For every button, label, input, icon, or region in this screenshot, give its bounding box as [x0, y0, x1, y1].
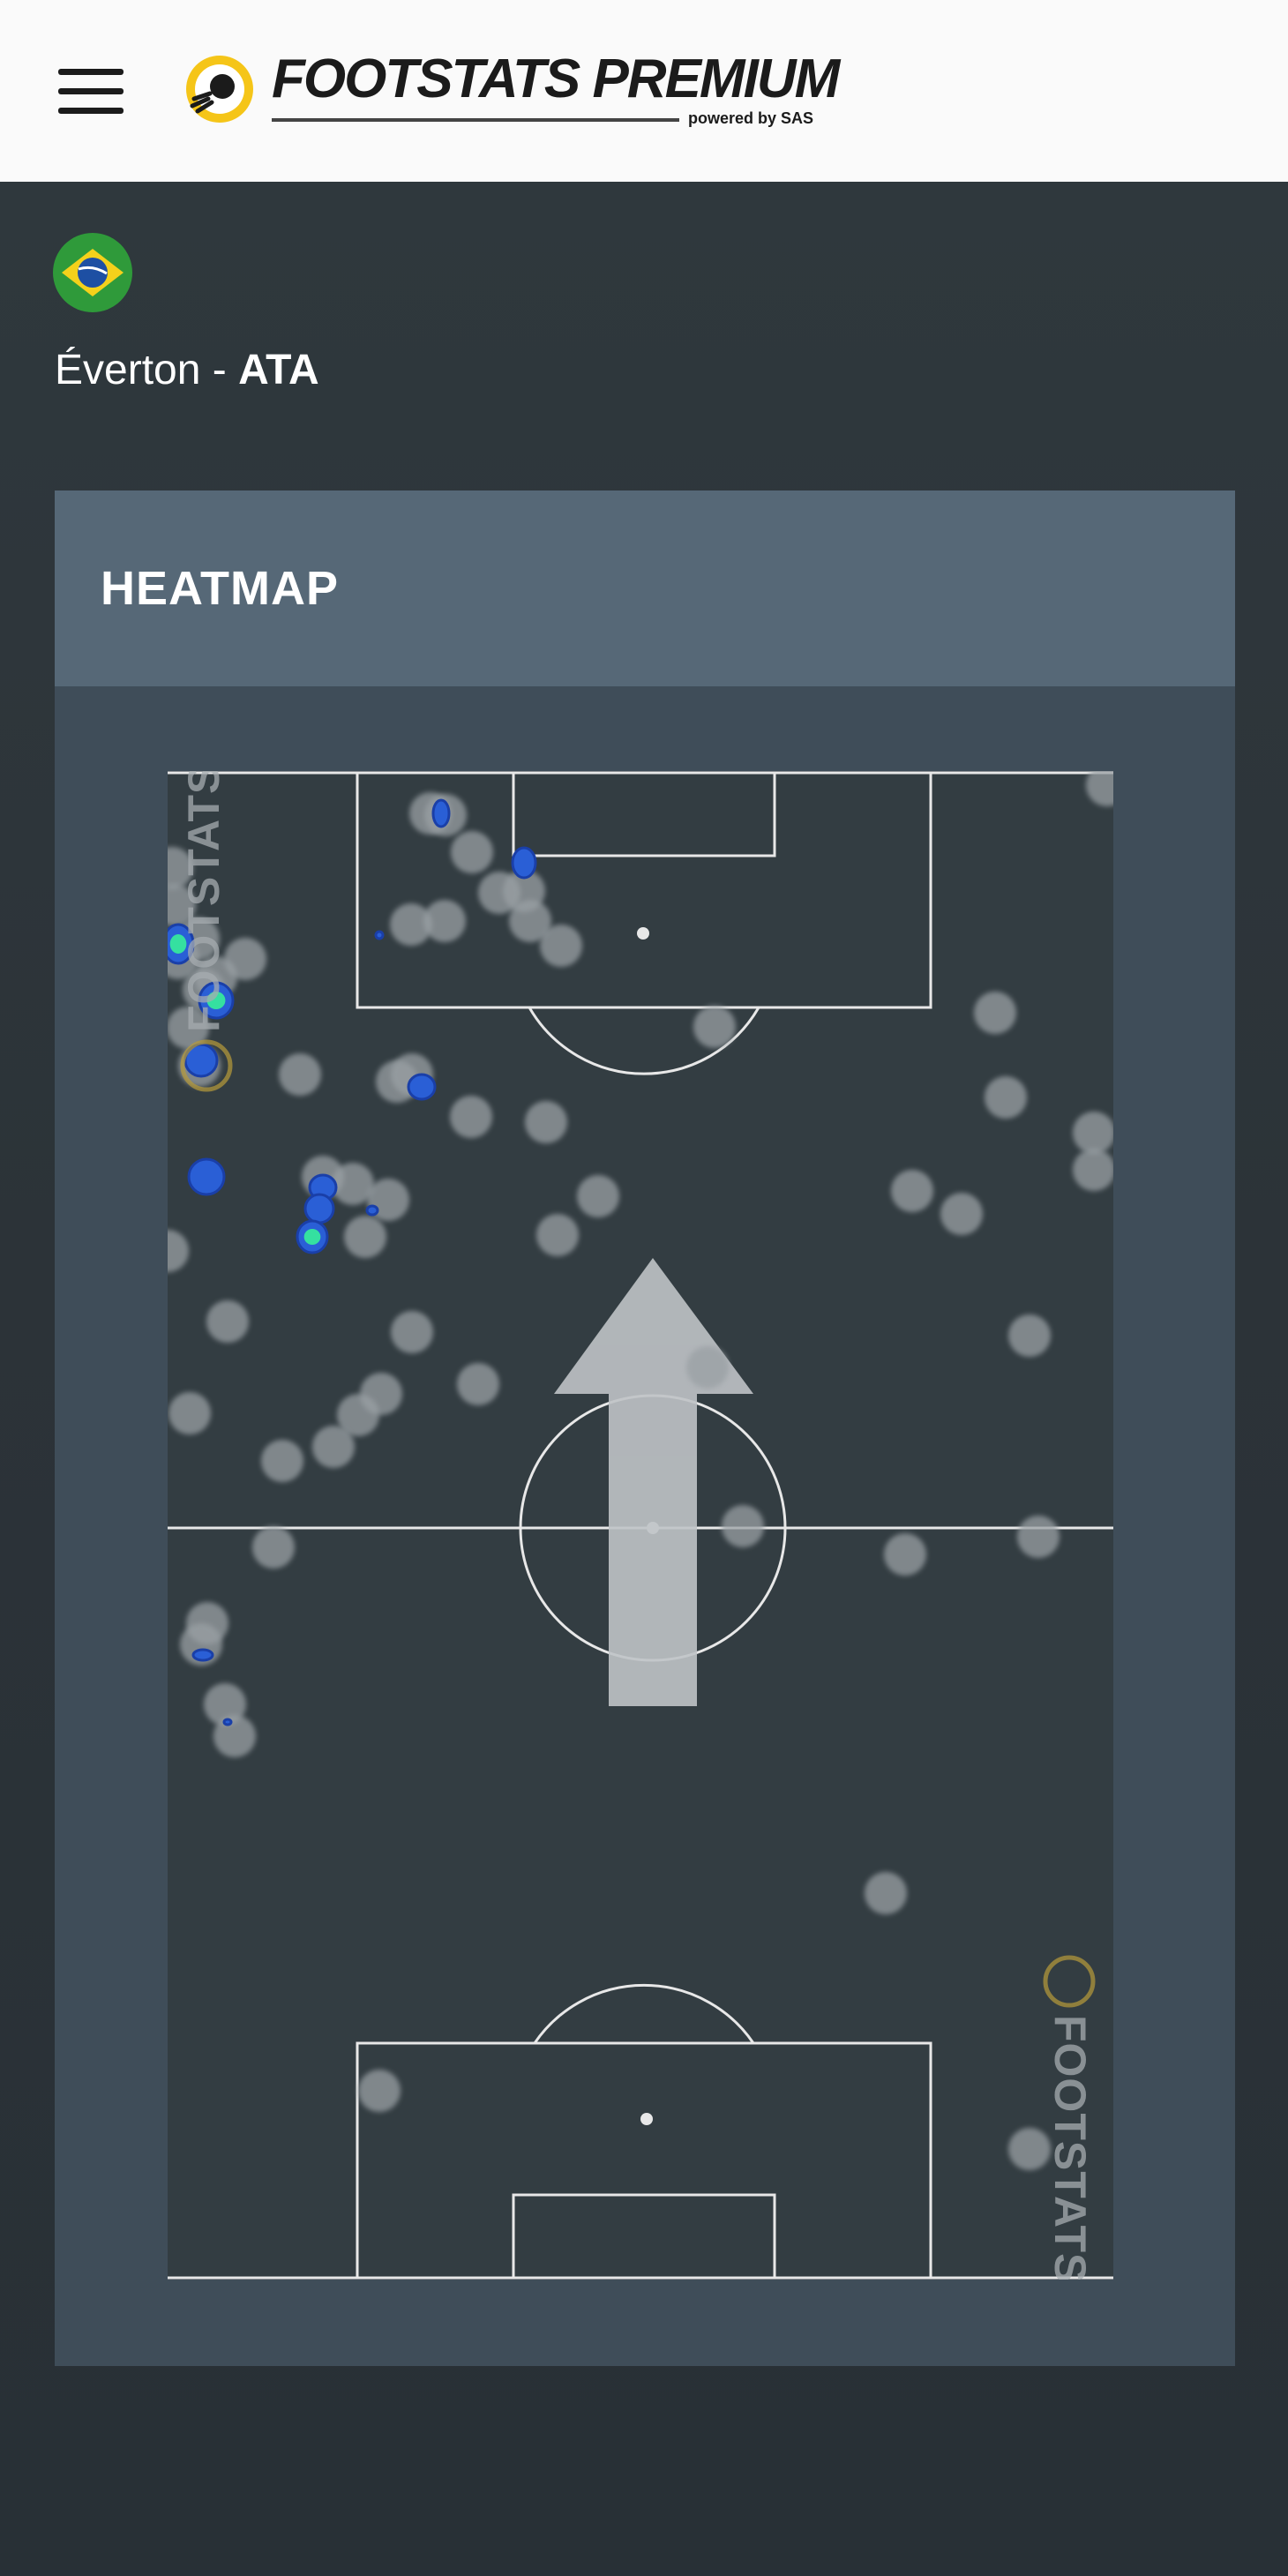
player-heading: Éverton - ATA [55, 346, 319, 394]
brand-underline [272, 118, 679, 122]
touch-point [451, 831, 493, 873]
touch-point [693, 1006, 736, 1048]
touch-point [168, 1392, 211, 1434]
heat-blob [222, 1718, 233, 1726]
heat-blob [374, 930, 385, 940]
touch-point [1073, 1112, 1113, 1154]
touch-point [1008, 2128, 1051, 2170]
touch-point [450, 1096, 492, 1138]
watermark-text-top: FOOTSTATS [179, 771, 228, 1032]
touch-point [536, 1214, 579, 1256]
touch-point [1073, 1149, 1113, 1191]
heat-blob [431, 798, 451, 828]
heatmap-card-header: HEATMAP [55, 490, 1235, 686]
touch-point [252, 1526, 295, 1569]
touch-point [206, 1300, 249, 1343]
heatmap-title: HEATMAP [101, 562, 339, 615]
football-logo-icon [186, 56, 253, 123]
touch-point [985, 1076, 1027, 1119]
brand-name: FOOTSTATS PREMIUM [272, 49, 840, 109]
player-separator: - [200, 347, 239, 393]
touch-point [940, 1193, 983, 1235]
touch-point [865, 1872, 907, 1914]
touch-point [390, 903, 432, 946]
touch-point [358, 2070, 401, 2112]
top-app-bar: FOOTSTATS PREMIUM powered by SAS [0, 0, 1288, 182]
brazil-flag-icon [53, 233, 132, 312]
heat-blob [407, 1073, 437, 1101]
touch-point [312, 1426, 355, 1468]
powered-by-label: powered by SAS [688, 109, 814, 127]
hamburger-menu-icon[interactable] [58, 69, 124, 115]
heat-blob [365, 1204, 379, 1217]
touch-point [261, 1440, 303, 1482]
heatmap-pitch: FOOTSTATS FOOTSTATS [168, 771, 1113, 2280]
touch-point [525, 1101, 567, 1143]
player-name: Éverton [55, 347, 201, 393]
heat-blob [187, 1157, 226, 1196]
touch-point [1008, 1314, 1051, 1357]
heat-blob [511, 846, 537, 880]
touch-point [891, 1170, 933, 1212]
touch-point [213, 1715, 256, 1757]
touch-point [974, 992, 1016, 1034]
touch-point [279, 1053, 321, 1096]
player-position: ATA [238, 347, 319, 393]
touch-point [577, 1175, 619, 1217]
heat-blob-core [303, 1229, 321, 1245]
touch-point [457, 1363, 499, 1405]
touch-point [722, 1505, 764, 1547]
pitch-graphic: FOOTSTATS FOOTSTATS [168, 771, 1113, 2280]
watermark-text-bottom: FOOTSTATS [1045, 2015, 1095, 2280]
heat-blob [303, 1193, 335, 1224]
touch-point [391, 1311, 433, 1353]
touch-point [224, 938, 266, 980]
heat-blob [191, 1648, 214, 1662]
touch-point [478, 872, 520, 914]
touch-point [686, 1346, 729, 1389]
touch-point [1017, 1516, 1060, 1558]
touch-point [884, 1533, 926, 1576]
touch-point [344, 1216, 386, 1258]
